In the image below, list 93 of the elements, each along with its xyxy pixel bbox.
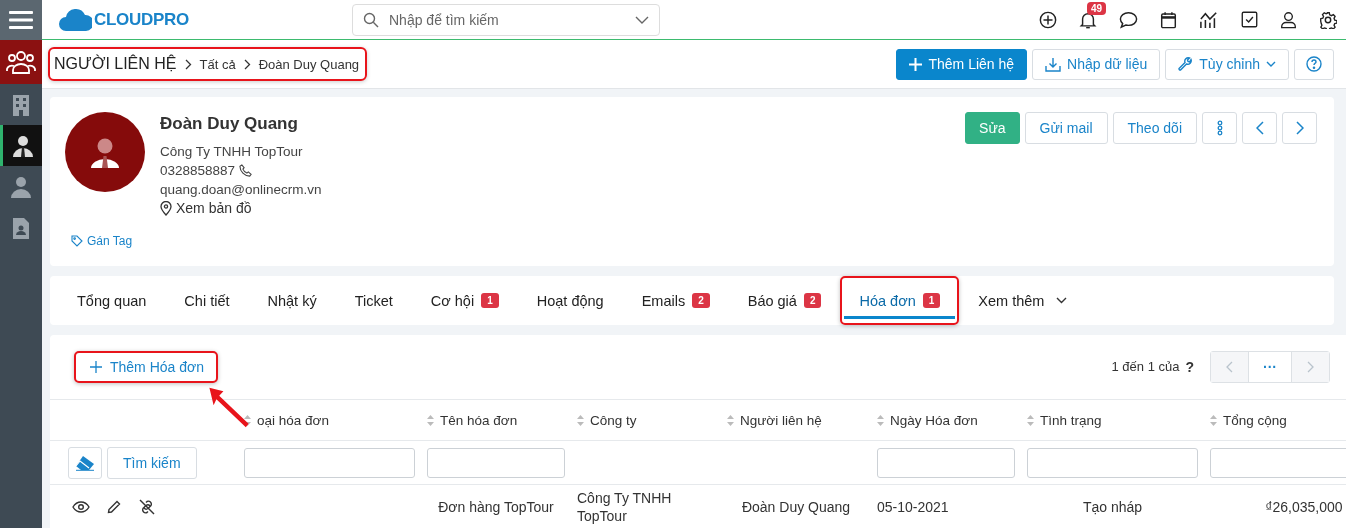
sort-icon [727,414,734,426]
action-button[interactable]: Tùy chỉnh [1165,48,1289,80]
table-cell: Đơn hàng TopTour [438,498,554,516]
user-icon[interactable] [1280,10,1297,29]
notification-count: 49 [1087,1,1107,15]
column-header[interactable]: Tổng cộng [1204,400,1346,440]
email-address: quang.doan@onlinecrm.vn [160,181,322,199]
filter-field[interactable] [1210,447,1346,478]
table-cell: 05-10-2021 [877,498,949,516]
plus-icon [90,360,102,373]
cloud-icon [58,7,92,32]
sort-icon [577,414,584,426]
table-cell: Tạo nháp [1082,498,1143,516]
action-button[interactable]: Gửi mail [1024,112,1108,144]
tab[interactable]: Báo giá 2 [728,276,841,325]
notification-icon[interactable] [1079,10,1097,29]
company-name: Công Ty TNHH TopTour [160,143,304,161]
add-icon[interactable] [1039,10,1057,29]
filter-field[interactable] [244,447,415,478]
search-icon [363,11,379,28]
column-header[interactable]: Người liên hệ [721,400,871,440]
sort-icon [1027,414,1034,426]
action-button[interactable]: Thêm Liên hệ [896,48,1028,80]
eraser-icon [75,454,95,471]
checkbox-icon[interactable] [1241,11,1258,28]
tab[interactable]: Tổng quan [58,276,166,325]
unlink-icon[interactable] [138,499,156,515]
chat-icon[interactable] [1119,10,1138,29]
column-header[interactable]: Tình trạng [1021,400,1204,440]
table-cell: ₫26,035,000 [1265,498,1343,516]
map-pin-icon [160,201,172,216]
contact-name: Đoàn Duy Quang [160,114,299,134]
filter-field[interactable] [877,447,1015,478]
tag-link[interactable]: Gán Tag [71,234,133,248]
sort-icon [1210,414,1217,426]
chevron-right-icon [1295,121,1304,135]
map-link[interactable]: Xem bản đồ [160,199,322,218]
phone-number: 0328858887 [160,162,236,180]
action-button[interactable]: Theo dõi [1112,112,1197,144]
more-button[interactable] [1202,112,1237,144]
search-button[interactable]: Tìm kiếm [107,446,197,479]
filter-field[interactable] [427,447,565,478]
phone-icon[interactable] [239,164,253,177]
more-icon [1216,120,1223,136]
sort-icon [427,414,434,426]
view-icon[interactable] [72,501,90,513]
pagination-text: 1 đến 1 của [1111,359,1180,374]
chevron-right-icon [1307,360,1314,373]
chevron-left-icon [1255,121,1264,135]
help-button[interactable] [1294,48,1334,80]
breadcrumb-item[interactable]: Đoàn Duy Quang [258,56,360,72]
tab[interactable]: Ticket [335,276,412,325]
search-bar[interactable]: Nhập để tìm kiếm [352,3,660,36]
tag-icon [71,235,83,247]
breadcrumb-item[interactable]: Tất cả [199,56,236,72]
tab[interactable]: Hóa đơn 1 [840,276,960,325]
settings-icon[interactable] [1319,10,1337,29]
tab[interactable]: Emails 2 [622,276,729,325]
chevron-down-icon [635,15,649,24]
add-invoice-button[interactable]: Thêm Hóa đơn [74,350,218,383]
action-button[interactable]: Nhập dữ liệu [1032,48,1161,80]
column-header[interactable]: Tên hóa đơn [421,400,571,440]
contacts-icon[interactable] [0,40,42,84]
tab[interactable]: Nhật ký [248,276,336,325]
table-cell-text: Công Ty TNHH TopTour [577,489,673,525]
caret-icon [1056,297,1068,304]
more-tab[interactable]: Xem thêm [959,276,1087,325]
logo[interactable]: CLOUDPRO [58,7,352,32]
edit-icon[interactable] [107,500,121,514]
breadcrumb-item[interactable]: NGƯỜI LIÊN HỆ [54,55,177,73]
help-mark[interactable]: ? [1185,358,1194,375]
help-icon [1306,56,1322,72]
column-header[interactable]: Công ty [571,400,721,440]
table-cell: Đoàn Duy Quang [741,498,851,516]
plus-icon [909,57,923,71]
chart-icon[interactable] [1199,10,1219,29]
tab[interactable]: Cơ hội 1 [411,276,518,325]
clear-filter-button[interactable] [68,446,102,479]
download-icon [1045,56,1062,72]
calendar-icon[interactable] [1160,10,1177,29]
wrench-icon [1178,56,1194,72]
tab[interactable]: Chi tiết [165,276,249,325]
tab[interactable]: Hoạt động [517,276,623,325]
chevron-left-icon [1226,360,1233,373]
menu-icon[interactable] [0,0,42,40]
page-ellipsis-button[interactable]: ··· [1248,351,1292,382]
contact-icon[interactable] [0,125,42,166]
filter-field[interactable] [1027,447,1198,478]
chevron-right-icon [184,58,192,70]
chevron-right-icon [243,58,251,70]
column-header[interactable]: Ngày Hóa đơn [871,400,1021,440]
caret-icon [1266,61,1276,67]
sort-icon [877,414,884,426]
